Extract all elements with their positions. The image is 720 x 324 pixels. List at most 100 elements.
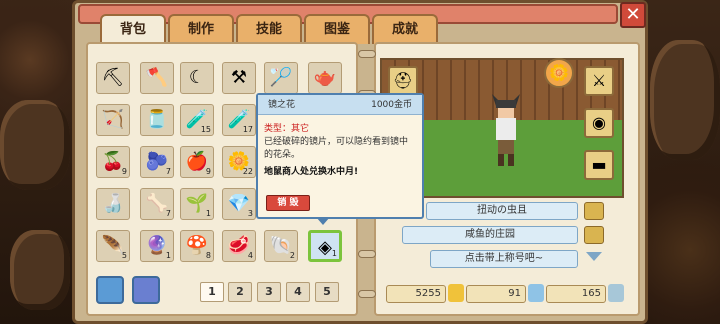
inventory-slot[interactable]: 💎 3 bbox=[222, 188, 256, 220]
item-count: 1 bbox=[165, 251, 171, 260]
edit-title-icon[interactable] bbox=[584, 202, 604, 220]
inventory-slot[interactable]: 🥩 4 bbox=[222, 230, 256, 262]
item-price: 1000金币 bbox=[371, 100, 412, 110]
item-count: 7 bbox=[165, 167, 171, 176]
binder-ring bbox=[358, 250, 376, 258]
pickaxe-icon: ⛏ bbox=[101, 67, 125, 88]
cave-rock bbox=[0, 100, 70, 190]
apple-icon: 🍎 bbox=[185, 151, 209, 172]
sword-slot-icon[interactable]: ⚔ bbox=[584, 66, 614, 96]
inventory-slot[interactable]: 🧪 17 bbox=[222, 104, 256, 136]
inventory-slot[interactable]: 🪓 bbox=[140, 62, 174, 94]
player-character bbox=[492, 94, 520, 166]
item-count: 9 bbox=[121, 167, 127, 176]
page-button-3[interactable]: 3 bbox=[257, 282, 281, 302]
gem-icon bbox=[528, 284, 544, 302]
green-potion-icon: 🍶 bbox=[101, 193, 125, 214]
item-count: 2 bbox=[289, 251, 295, 260]
item-count: 9 bbox=[205, 167, 211, 176]
item-count: 5 bbox=[121, 251, 127, 260]
cave-rock bbox=[10, 230, 70, 310]
item-count: 17 bbox=[242, 125, 253, 134]
cherry-icon: 🍒 bbox=[101, 151, 125, 172]
inventory-slot[interactable]: 🍒 9 bbox=[96, 146, 130, 178]
dropdown-arrow-icon[interactable] bbox=[586, 252, 602, 261]
cave-rock bbox=[650, 40, 720, 160]
inventory-slot[interactable]: 🏸 bbox=[264, 62, 298, 94]
axe-icon: 🪓 bbox=[145, 67, 169, 88]
close-button[interactable]: ✕ bbox=[620, 2, 646, 28]
item-count: 1 bbox=[205, 209, 211, 218]
inventory-slot[interactable]: 🍶 bbox=[96, 188, 130, 220]
title-select[interactable]: 点击带上称号吧~ bbox=[430, 250, 578, 268]
mushroom-icon: 🍄 bbox=[185, 235, 209, 256]
boots-slot-icon[interactable]: ▬ bbox=[584, 150, 614, 180]
orb-counter: 165 bbox=[546, 285, 606, 303]
title-row-2[interactable]: 咸鱼的庄园 bbox=[402, 226, 578, 244]
shell-icon: 🐚 bbox=[269, 235, 293, 256]
inventory-slot[interactable]: 🫙 bbox=[140, 104, 174, 136]
inventory-slot[interactable]: 🫐 7 bbox=[140, 146, 174, 178]
gem-counter: 91 bbox=[466, 285, 526, 303]
item-note: 地鼠商人处兑换水中月! bbox=[264, 167, 359, 177]
inventory-slot[interactable]: 🦴 7 bbox=[140, 188, 174, 220]
inventory-slot[interactable]: ⛏ bbox=[96, 62, 130, 94]
orb-icon: 🔮 bbox=[145, 235, 169, 256]
hoe-icon: ⚒ bbox=[230, 67, 248, 88]
settings-chat-icon[interactable] bbox=[608, 284, 624, 302]
inventory-slot[interactable]: ⚒ bbox=[222, 62, 256, 94]
item-tooltip: 镜之花 1000金币 类型：其它 已经破碎的镜片，可以隐约看到镜中的花朵。 地鼠… bbox=[256, 93, 424, 225]
tooltip-header: 镜之花 1000金币 bbox=[258, 95, 422, 115]
tab-skills[interactable]: 技能 bbox=[236, 14, 302, 44]
binder-ring bbox=[358, 290, 376, 298]
accessory-slot-icon[interactable]: ◉ bbox=[584, 108, 614, 138]
inventory-slot[interactable]: 🔮 1 bbox=[140, 230, 174, 262]
jar-icon: 🫙 bbox=[145, 109, 169, 130]
view-storage-button[interactable] bbox=[132, 276, 160, 304]
item-count: 15 bbox=[200, 125, 211, 134]
tooltip-pointer bbox=[316, 217, 330, 225]
tab-backpack[interactable]: 背包 bbox=[100, 14, 166, 44]
view-backpack-button[interactable] bbox=[96, 276, 124, 304]
title-row-1[interactable]: 扭动の虫且 bbox=[426, 202, 578, 220]
feather-icon: 🪶 bbox=[101, 235, 125, 256]
page-button-2[interactable]: 2 bbox=[228, 282, 252, 302]
sun-flower-icon: 🌼 bbox=[544, 58, 574, 88]
inventory-slot[interactable]: ◈ 1 bbox=[308, 230, 342, 262]
item-count: 8 bbox=[205, 251, 211, 260]
inventory-slot[interactable]: 🫖 bbox=[308, 62, 342, 94]
page-button-4[interactable]: 4 bbox=[286, 282, 310, 302]
tab-bar: 背包 制作 技能 图鉴 成就 bbox=[100, 14, 438, 44]
inventory-slot[interactable]: 🌼 22 bbox=[222, 146, 256, 178]
inventory-slot[interactable]: 🪶 5 bbox=[96, 230, 130, 262]
mirror-shard-icon: ◈ bbox=[318, 237, 332, 258]
item-type: 类型：其它 bbox=[264, 124, 310, 134]
net-icon: 🏸 bbox=[269, 67, 293, 88]
gold-counter: 5255 bbox=[386, 285, 446, 303]
item-count: 7 bbox=[165, 209, 171, 218]
bone-icon: 🦴 bbox=[145, 193, 169, 214]
crystal-icon: 💎 bbox=[227, 193, 251, 214]
blackberry-icon: 🫐 bbox=[145, 151, 169, 172]
page-button-5[interactable]: 5 bbox=[315, 282, 339, 302]
inventory-slot[interactable]: 🐚 2 bbox=[264, 230, 298, 262]
item-count: 4 bbox=[247, 251, 253, 260]
inventory-slot[interactable]: ☾ bbox=[180, 62, 214, 94]
bow-icon: 🏹 bbox=[101, 109, 125, 130]
watering-can-icon: 🫖 bbox=[313, 67, 337, 88]
helmet-slot-icon[interactable]: ⛑ bbox=[388, 66, 418, 96]
inventory-slot[interactable]: 🍄 8 bbox=[180, 230, 214, 262]
inventory-slot[interactable]: 🌱 1 bbox=[180, 188, 214, 220]
inventory-slot[interactable]: 🏹 bbox=[96, 104, 130, 136]
tab-crafting[interactable]: 制作 bbox=[168, 14, 234, 44]
edit-title-icon[interactable] bbox=[584, 226, 604, 244]
item-name: 镜之花 bbox=[268, 100, 296, 110]
item-count: 22 bbox=[242, 167, 253, 176]
destroy-button[interactable]: 销 毁 bbox=[266, 195, 310, 211]
page-button-1[interactable]: 1 bbox=[200, 282, 224, 302]
tab-achievements[interactable]: 成就 bbox=[372, 14, 438, 44]
gold-coin-icon bbox=[448, 284, 464, 302]
inventory-slot[interactable]: 🍎 9 bbox=[180, 146, 214, 178]
inventory-slot[interactable]: 🧪 15 bbox=[180, 104, 214, 136]
item-count: 1 bbox=[331, 249, 337, 258]
